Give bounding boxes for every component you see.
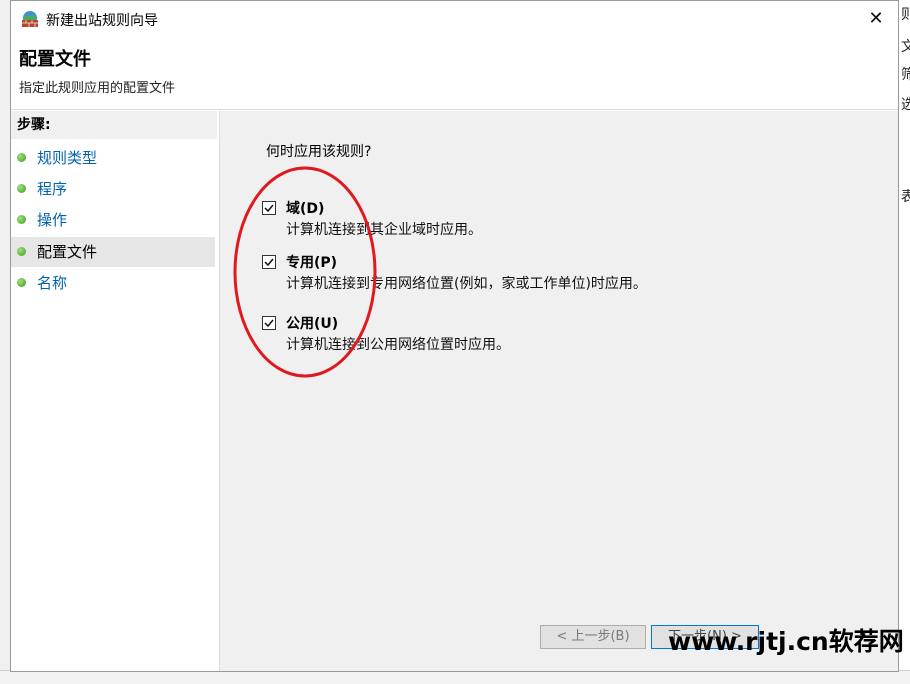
- green-dot-icon: [17, 153, 26, 162]
- step-label: 操作: [37, 211, 68, 229]
- step-action[interactable]: 操作: [11, 205, 215, 235]
- step-label: 名称: [37, 274, 68, 292]
- step-label: 规则类型: [37, 149, 98, 167]
- close-button[interactable]: ✕: [864, 7, 888, 31]
- watermark: www.rjtj.cn软荐网: [668, 627, 904, 656]
- green-dot-icon: [17, 184, 26, 193]
- background-text: 筛: [901, 67, 910, 83]
- green-dot-icon: [17, 278, 26, 287]
- background-window-bottom: [0, 670, 910, 684]
- page-subtitle: 指定此规则应用的配置文件: [19, 81, 176, 96]
- window-title: 新建出站规则向导: [46, 13, 158, 29]
- step-rule-type[interactable]: 规则类型: [11, 143, 215, 173]
- step-name[interactable]: 名称: [11, 268, 215, 298]
- page-title: 配置文件: [19, 49, 91, 70]
- step-profile[interactable]: 配置文件: [11, 237, 215, 267]
- step-label: 程序: [37, 180, 68, 198]
- firewall-globe-icon: [22, 11, 38, 27]
- background-text: 文: [901, 39, 910, 55]
- steps-pane: 步骤: 规则类型 程序 操作 配置文件 名称: [11, 111, 217, 671]
- background-window-edge: 则 文 筛 选 表: [898, 0, 910, 683]
- background-text: 选: [901, 97, 910, 113]
- background-text: 表: [901, 189, 910, 205]
- steps-label: 步骤:: [11, 111, 217, 139]
- green-dot-icon: [17, 215, 26, 224]
- annotation-circle: [233, 166, 377, 378]
- background-text: 则: [901, 7, 910, 23]
- step-program[interactable]: 程序: [11, 174, 215, 204]
- title-bar[interactable]: 新建出站规则向导 ✕: [11, 1, 898, 37]
- outbound-rule-wizard-dialog: 新建出站规则向导 ✕ 配置文件 指定此规则应用的配置文件 步骤: 规则类型 程序…: [10, 0, 899, 672]
- step-label: 配置文件: [37, 243, 98, 261]
- question-text: 何时应用该规则?: [266, 144, 372, 160]
- back-button[interactable]: < 上一步(B): [540, 625, 646, 649]
- green-dot-icon: [17, 247, 26, 256]
- page-header: 配置文件 指定此规则应用的配置文件: [11, 37, 898, 110]
